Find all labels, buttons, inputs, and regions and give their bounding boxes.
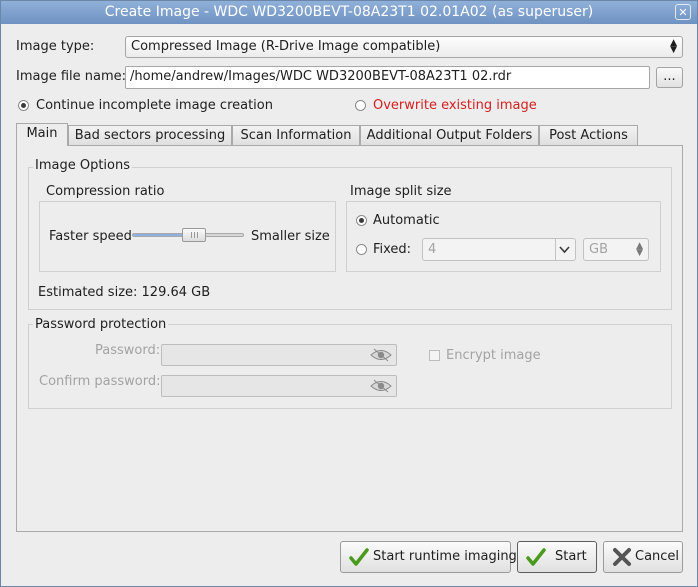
confirm-password-input[interactable]	[161, 375, 397, 397]
split-size-value: 4	[428, 242, 437, 257]
split-fixed-radio[interactable]	[356, 244, 367, 255]
title-bar[interactable]: Create Image - WDC WD3200BEVT-08A23T1 02…	[1, 1, 697, 24]
password-input[interactable]	[161, 344, 397, 366]
eye-icon[interactable]	[370, 379, 392, 397]
main-tab-panel: Image Options Compression ratio Faster s…	[16, 145, 683, 532]
tab-additional-output-folders-label: Additional Output Folders	[366, 128, 533, 143]
checkmark-icon	[526, 547, 546, 571]
close-icon: ✕	[678, 6, 688, 19]
tab-main[interactable]: Main	[16, 123, 68, 146]
confirm-password-label: Confirm password:	[39, 374, 161, 389]
overwrite-radio[interactable]	[355, 100, 366, 111]
faster-speed-label: Faster speed	[49, 229, 132, 244]
checkmark-icon	[349, 547, 369, 571]
start-label: Start	[555, 549, 587, 564]
image-file-label: Image file name:	[16, 69, 127, 84]
browse-button[interactable]: ...	[656, 67, 683, 88]
browse-button-label: ...	[663, 69, 676, 84]
continue-radio[interactable]	[18, 100, 29, 111]
tab-bad-sectors[interactable]: Bad sectors processing	[68, 125, 232, 146]
image-type-value: Compressed Image (R-Drive Image compatib…	[131, 39, 441, 54]
eye-icon[interactable]	[370, 348, 392, 366]
overwrite-label[interactable]: Overwrite existing image	[373, 98, 537, 113]
tab-additional-output-folders[interactable]: Additional Output Folders	[360, 125, 539, 146]
split-unit-value: GB	[589, 242, 608, 257]
start-button[interactable]: Start	[517, 541, 597, 573]
image-options-title: Image Options	[33, 158, 133, 173]
start-runtime-imaging-label: Start runtime imaging	[373, 549, 517, 564]
continue-label[interactable]: Continue incomplete image creation	[36, 98, 273, 113]
start-runtime-imaging-button[interactable]: Start runtime imaging	[340, 541, 517, 573]
password-title: Password protection	[33, 317, 169, 332]
grip-line	[190, 232, 192, 238]
estimated-size-label: Estimated size: 129.64 GB	[38, 285, 211, 300]
grip-line	[196, 232, 198, 238]
split-automatic-label[interactable]: Automatic	[373, 213, 440, 228]
image-type-label: Image type:	[16, 39, 95, 54]
compression-title: Compression ratio	[44, 184, 167, 199]
updown-arrows-icon: ▲ ▼	[670, 38, 677, 55]
grip-line	[193, 232, 195, 238]
split-unit-select[interactable]: GB ▲ ▼	[583, 238, 649, 261]
window-title: Create Image - WDC WD3200BEVT-08A23T1 02…	[104, 4, 594, 20]
close-button[interactable]: ✕	[675, 4, 691, 20]
cancel-x-icon	[612, 547, 632, 571]
image-file-value: /home/andrew/Images/WDC WD3200BEVT-08A23…	[130, 69, 512, 84]
split-automatic-radio[interactable]	[356, 215, 367, 226]
split-size-group	[346, 201, 661, 272]
chevron-down-icon	[555, 239, 573, 260]
split-fixed-label[interactable]: Fixed:	[373, 242, 411, 257]
password-label: Password:	[95, 343, 161, 358]
encrypt-image-checkbox[interactable]	[429, 350, 440, 361]
smaller-size-label: Smaller size	[251, 229, 330, 244]
image-file-input[interactable]: /home/andrew/Images/WDC WD3200BEVT-08A23…	[125, 66, 650, 89]
cancel-button[interactable]: Cancel	[603, 541, 683, 573]
split-size-title: Image split size	[348, 184, 454, 199]
create-image-dialog: Create Image - WDC WD3200BEVT-08A23T1 02…	[0, 0, 698, 587]
tab-scan-information[interactable]: Scan Information	[232, 125, 360, 146]
tab-post-actions[interactable]: Post Actions	[539, 125, 638, 146]
tab-scan-information-label: Scan Information	[240, 128, 352, 143]
tab-post-actions-label: Post Actions	[549, 128, 628, 143]
tab-bad-sectors-label: Bad sectors processing	[74, 128, 226, 143]
encrypt-image-label: Encrypt image	[446, 348, 541, 363]
updown-arrows-icon: ▲ ▼	[636, 241, 643, 258]
image-type-select[interactable]: Compressed Image (R-Drive Image compatib…	[125, 36, 683, 58]
compression-slider-handle[interactable]	[181, 228, 206, 242]
tab-main-label: Main	[26, 126, 58, 141]
split-size-combo[interactable]: 4	[422, 238, 576, 261]
cancel-label: Cancel	[635, 549, 680, 564]
